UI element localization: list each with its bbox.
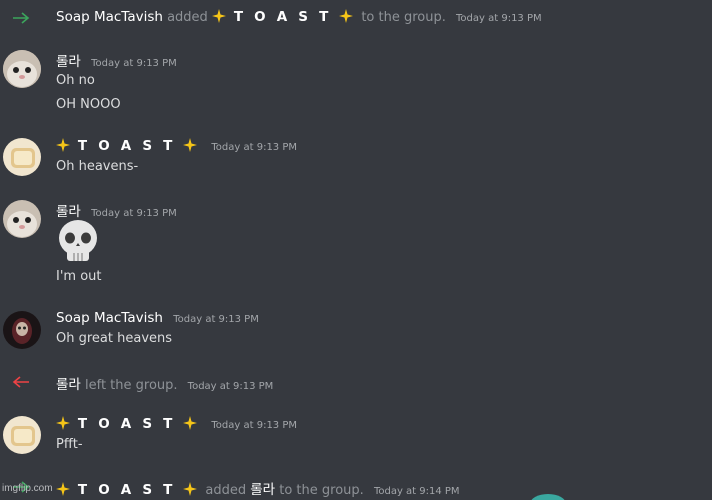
message-group: 롤라 Today at 9:13 PM I'm out [0,198,712,290]
skull-icon [59,220,97,261]
avatar[interactable] [3,200,41,238]
leave-arrow-icon [12,376,29,388]
sparkles-icon [183,416,198,430]
message-text: Pfft- [56,437,83,452]
sparkles-icon [56,138,70,152]
message-text: I'm out [56,269,102,284]
message-text: Oh heavens- [56,159,139,174]
author-name[interactable]: T O A S T [56,138,205,154]
actor-name[interactable]: Soap MacTavish [56,9,163,25]
system-message-join: T O A S T added 롤라 to the group. Today a… [0,477,712,498]
timestamp: Today at 9:13 PM [211,142,298,153]
system-suffix: to the group. [361,10,446,25]
message-group: 롤라 Today at 9:13 PM Oh no OH NOOO [0,46,712,116]
author-name[interactable]: 롤라 [56,204,81,220]
target-name[interactable]: T O A S T [211,9,361,25]
timestamp: Today at 9:14 PM [373,486,460,497]
avatar[interactable] [3,138,41,176]
author-name[interactable]: T O A S T [56,416,205,432]
message-group: T O A S T Today at 9:13 PM Oh heavens- [0,136,712,180]
message-text: Oh no [56,73,95,88]
avatar[interactable] [3,50,41,88]
message-text: Oh great heavens [56,331,173,346]
sparkles-icon [211,9,226,23]
sparkles-icon [183,138,198,152]
message-group: T O A S T Today at 9:13 PM Pfft- [0,414,712,458]
avatar[interactable] [3,311,41,349]
sparkles-icon [56,416,70,430]
system-suffix: to the group. [279,483,364,498]
message-text: OH NOOO [56,97,121,112]
actor-name[interactable]: 롤라 [56,377,81,393]
message-group: Soap MacTavish Today at 9:13 PM Oh great… [0,309,712,353]
join-arrow-icon [13,12,30,24]
actor-name[interactable]: T O A S T [56,482,205,498]
watermark: imgflip.com [2,483,53,494]
timestamp: Today at 9:13 PM [91,208,177,219]
timestamp: Today at 9:13 PM [456,13,542,24]
system-suffix: left the group. [84,378,178,393]
timestamp: Today at 9:13 PM [91,58,177,69]
timestamp: Today at 9:13 PM [187,381,274,392]
avatar[interactable] [3,416,41,454]
system-message-join: Soap MacTavish added T O A S T to the gr… [0,8,712,28]
system-message-leave: 롤라 left the group. Today at 9:13 PM [0,372,712,393]
sparkles-icon [56,482,70,496]
sparkles-icon [339,9,354,23]
target-name[interactable]: 롤라 [250,482,275,498]
system-verb: added [167,10,208,25]
author-name[interactable]: 롤라 [56,54,81,70]
author-name[interactable]: Soap MacTavish [56,310,163,326]
timestamp: Today at 9:13 PM [211,420,298,431]
system-verb: added [205,483,247,498]
timestamp: Today at 9:13 PM [173,314,259,325]
sparkles-icon [183,482,198,496]
